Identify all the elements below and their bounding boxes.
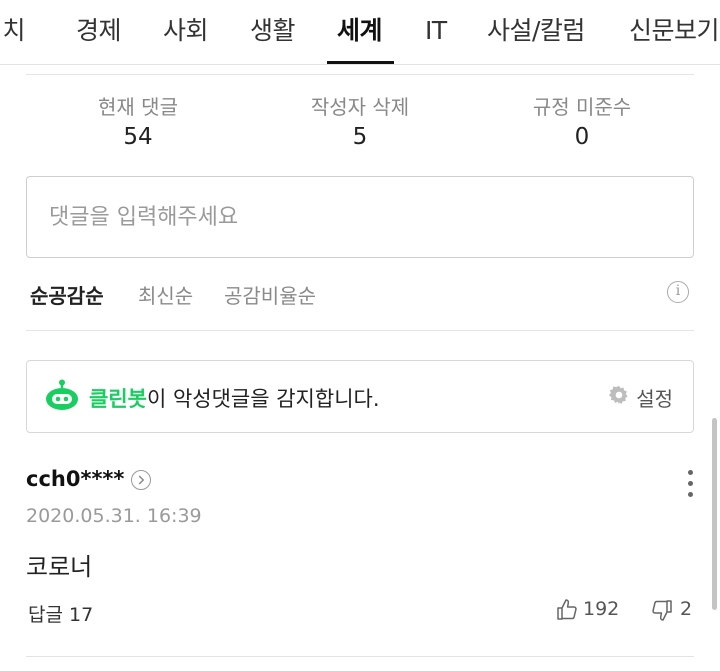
scrollbar[interactable]: [712, 418, 717, 610]
active-tab-indicator: [327, 61, 394, 64]
stat-value: 0: [574, 124, 590, 150]
tab-opinion[interactable]: 사설/칼럼: [487, 0, 585, 64]
cleanbot-banner: 클린봇이 악성댓글을 감지합니다. 설정: [26, 360, 694, 433]
tab-newspaper[interactable]: 신문보기: [629, 0, 720, 64]
thumbs-up-icon: [557, 599, 577, 620]
sort-by-ratio[interactable]: 공감비율순: [224, 280, 316, 309]
comment-date: 2020.05.31. 16:39: [26, 505, 202, 527]
divider: [26, 656, 694, 657]
tab-world[interactable]: 세계: [337, 0, 383, 64]
stat-deleted-by-author: 작성자 삭제 5: [260, 92, 460, 150]
cleanbot-description: 이 악성댓글을 감지합니다.: [146, 387, 380, 411]
stat-label: 규정 미준수: [532, 95, 632, 119]
cleanbot-settings-button[interactable]: 설정: [609, 383, 673, 412]
comment-text: 코로너: [26, 553, 93, 581]
robot-icon: [46, 379, 78, 410]
comment-input[interactable]: [26, 176, 694, 258]
tab-life[interactable]: 생활: [250, 0, 296, 64]
sort-by-latest[interactable]: 최신순: [138, 280, 193, 309]
like-count: 192: [583, 598, 620, 620]
info-icon[interactable]: i: [667, 281, 689, 303]
settings-label: 설정: [636, 387, 673, 411]
cleanbot-message: 클린봇이 악성댓글을 감지합니다.: [89, 383, 380, 413]
thumbs-down-icon: [652, 600, 672, 621]
comment-author[interactable]: cch0****: [26, 467, 124, 491]
dislike-count: 2: [680, 598, 693, 620]
stat-label: 작성자 삭제: [310, 95, 410, 119]
tab-economy[interactable]: 경제: [76, 0, 122, 64]
tab-society[interactable]: 사회: [163, 0, 209, 64]
divider: [26, 330, 694, 331]
tab-it[interactable]: IT: [425, 0, 447, 64]
stat-label: 현재 댓글: [98, 95, 178, 119]
reply-button[interactable]: 답글 17: [28, 600, 93, 627]
chevron-right-icon[interactable]: [131, 470, 151, 490]
stat-current-comments: 현재 댓글 54: [38, 92, 238, 150]
stat-policy-violation: 규정 미준수 0: [482, 92, 682, 150]
tab-politics[interactable]: 정치: [0, 0, 26, 64]
sort-by-likes[interactable]: 순공감순: [30, 280, 104, 309]
category-tabs: 정치 경제 사회 생활 세계 IT 사설/칼럼 신문보기: [0, 0, 720, 65]
cleanbot-name[interactable]: 클린봇: [89, 387, 147, 411]
gear-icon: [609, 385, 628, 405]
divider: [26, 74, 694, 75]
more-vertical-icon[interactable]: [680, 470, 700, 502]
stat-value: 5: [352, 124, 368, 150]
stat-value: 54: [123, 124, 153, 150]
